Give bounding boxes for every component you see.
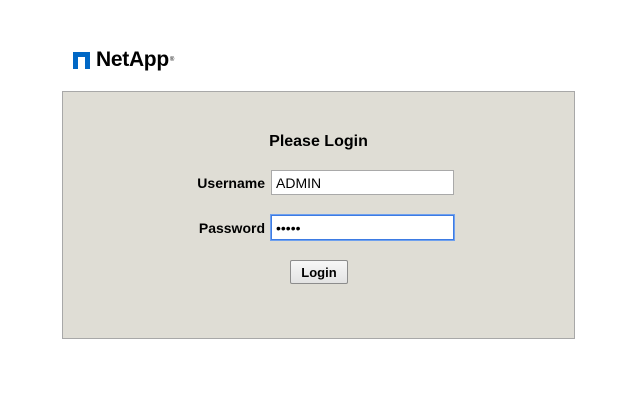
login-panel: Please Login Username Password Login [62,91,575,339]
brand-name: NetApp [96,48,169,71]
netapp-logo: NetApp ® [73,49,174,71]
trademark-symbol: ® [169,57,175,63]
password-label: Password [198,219,265,236]
username-label: Username [197,174,265,191]
username-input[interactable] [271,170,454,195]
password-input[interactable] [271,215,454,240]
username-row: Username [63,170,454,195]
login-title: Please Login [269,133,368,150]
password-row: Password [63,215,454,240]
login-button[interactable]: Login [290,260,348,284]
netapp-n-logo-icon [73,51,90,69]
login-page: NetApp ® Please Login Username Password … [0,0,641,400]
